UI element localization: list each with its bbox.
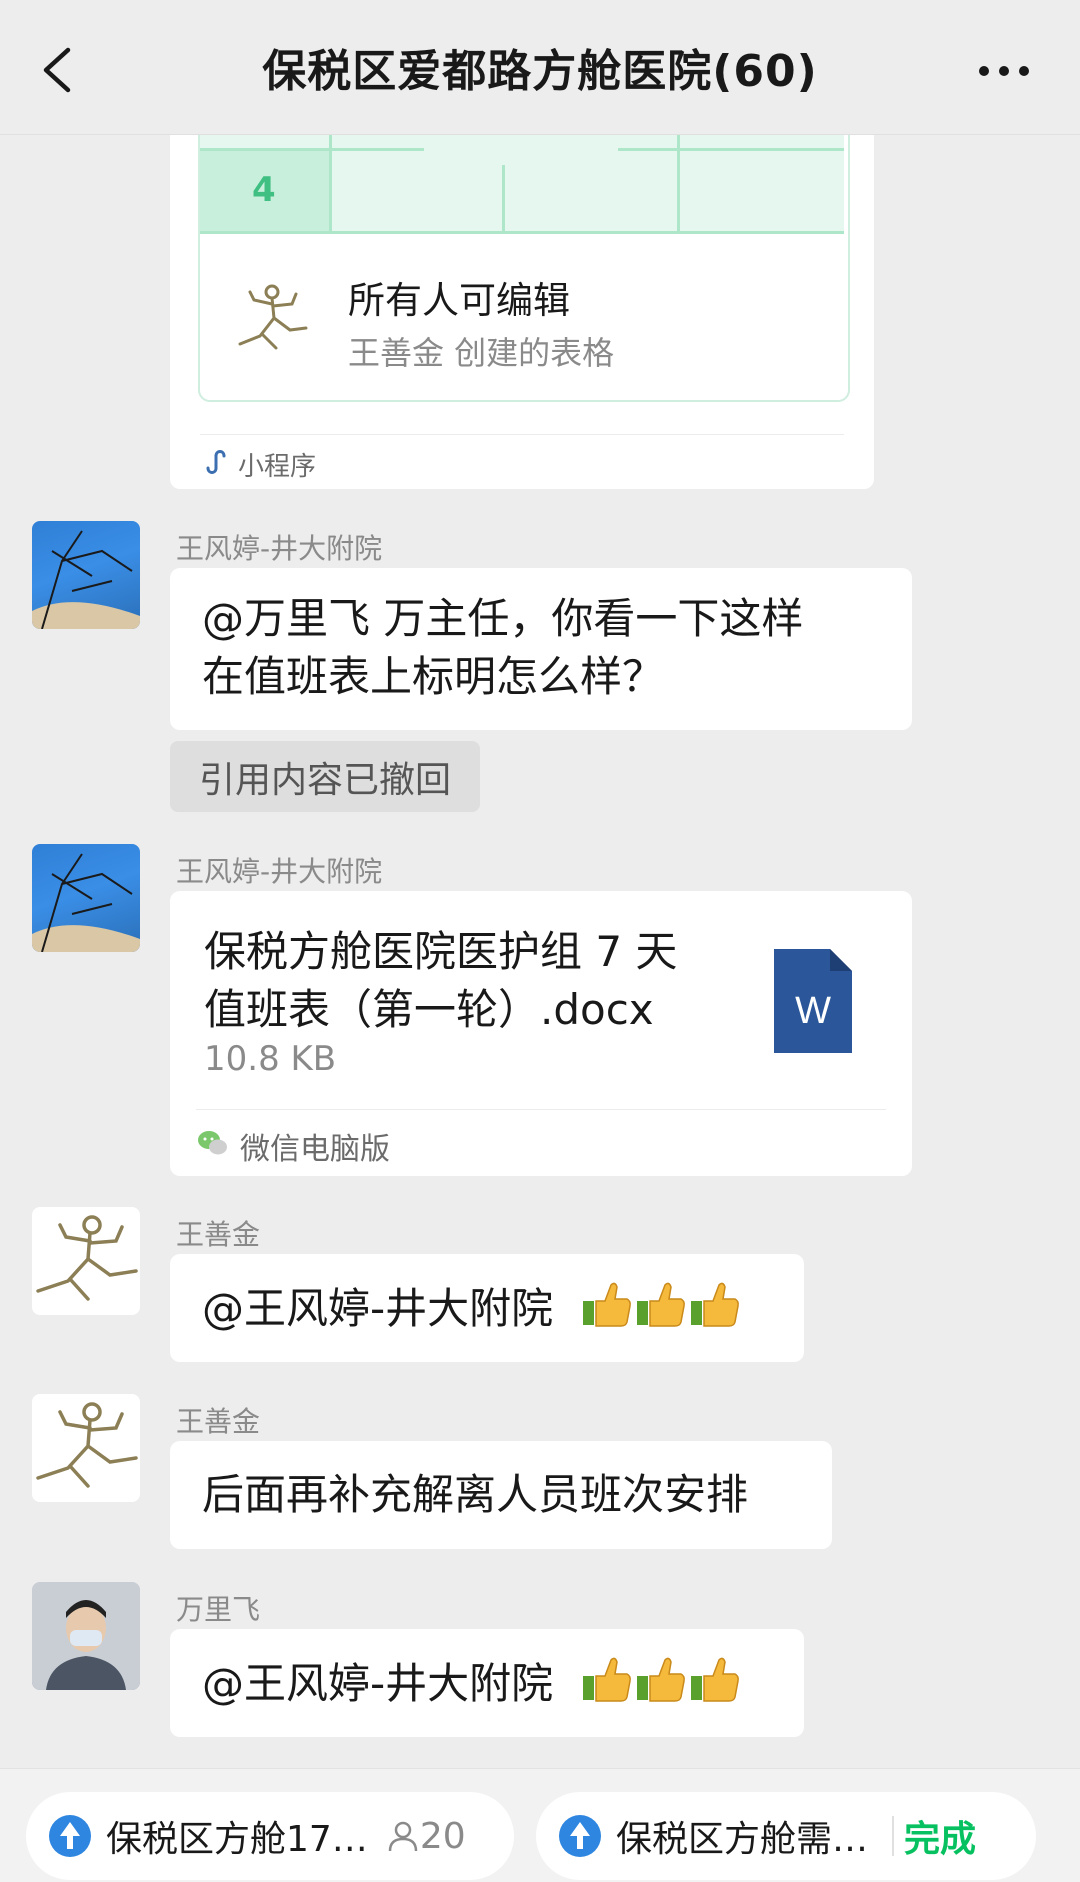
avatar[interactable] xyxy=(32,1207,140,1315)
file-message-card[interactable]: 保税方舱医院医护组 7 天 值班表（第一轮）.docx 10.8 KB W 微信… xyxy=(170,891,912,1176)
message-text-line: 在值班表上标明怎么样？ xyxy=(202,652,665,701)
mini-program-subtitle: 王善金 创建的表格 xyxy=(348,334,615,372)
mini-program-icon xyxy=(202,448,230,476)
navigation-arrow-icon xyxy=(48,1814,92,1858)
person-icon xyxy=(388,1821,418,1852)
avatar[interactable] xyxy=(32,844,140,952)
thumbs-up-emoji-group xyxy=(581,1654,741,1719)
pinned-chat-pill[interactable]: 保税区方舱17… 20 xyxy=(26,1792,514,1880)
card-divider xyxy=(200,434,844,435)
wechat-icon xyxy=(196,1127,228,1159)
more-icon[interactable] xyxy=(970,46,1050,96)
word-icon-letter: W xyxy=(795,990,831,1032)
sender-name: 王风婷-井大附院 xyxy=(176,855,383,888)
message-text: 后面再补充解离人员班次安排 xyxy=(202,1470,749,1519)
message-bubble[interactable]: @王风婷-井大附院 xyxy=(170,1254,804,1362)
mini-program-label: 小程序 xyxy=(238,452,317,482)
quoted-message[interactable]: 引用内容已撤回 xyxy=(170,741,480,812)
message-bubble[interactable]: @王风婷-井大附院 xyxy=(170,1629,804,1737)
back-icon[interactable] xyxy=(32,40,92,100)
pinned-chat-pill[interactable]: 保税区方舱需… 完成 xyxy=(536,1792,1036,1880)
message-bubble[interactable]: 后面再补充解离人员班次安排 xyxy=(170,1441,832,1549)
sender-name: 王善金 xyxy=(176,1405,261,1438)
thumbs-up-emoji-group xyxy=(581,1279,741,1344)
member-count-value: 20 xyxy=(419,1815,466,1857)
pill-title: 保税区方舱17… xyxy=(106,1819,368,1860)
file-name-line: 值班表（第一轮）.docx xyxy=(204,985,654,1034)
sender-name: 王善金 xyxy=(176,1218,261,1251)
sender-name: 万里飞 xyxy=(176,1593,261,1626)
avatar[interactable] xyxy=(32,1394,140,1502)
chat-header: 保税区爱都路方舱医院(60) xyxy=(0,0,1080,134)
pill-title: 保税区方舱需… xyxy=(616,1819,869,1860)
message-bubble[interactable]: @万里飞 万主任，你看一下这样 在值班表上标明怎么样？ xyxy=(170,568,912,730)
message-text: @王风婷-井大附院 xyxy=(202,1659,554,1708)
pill-divider xyxy=(892,1816,895,1856)
file-name-line: 保税方舱医院医护组 7 天 xyxy=(204,927,678,976)
sheet-cell-number: 4 xyxy=(252,170,276,210)
message-text: @王风婷-井大附院 xyxy=(202,1284,554,1333)
sender-name: 王风婷-井大附院 xyxy=(176,532,383,565)
avatar[interactable] xyxy=(32,521,140,629)
avatar[interactable] xyxy=(32,1582,140,1690)
creator-logo-icon xyxy=(232,278,312,358)
message-text-line: @万里飞 万主任，你看一下这样 xyxy=(202,594,804,643)
mini-program-title: 所有人可编辑 xyxy=(348,279,570,322)
file-source: 微信电脑版 xyxy=(240,1132,390,1167)
chat-title: 保税区爱都路方舱医院(60) xyxy=(262,46,818,97)
navigation-arrow-icon xyxy=(558,1814,602,1858)
file-size: 10.8 KB xyxy=(204,1039,337,1079)
member-count: 20 xyxy=(386,1816,466,1857)
card-divider xyxy=(196,1109,886,1110)
word-file-icon: W xyxy=(774,949,852,1053)
done-button[interactable]: 完成 xyxy=(904,1810,976,1862)
